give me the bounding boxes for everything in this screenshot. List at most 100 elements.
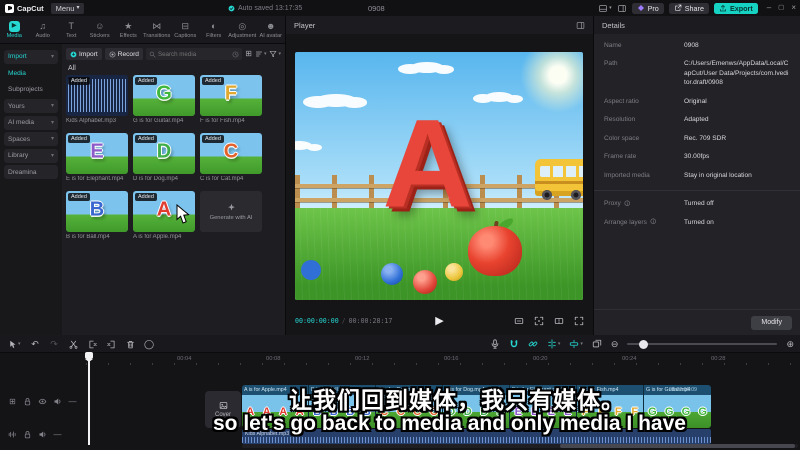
tab-captions[interactable]: ⊟ Captions — [171, 16, 200, 43]
render-preview-button[interactable] — [592, 339, 602, 349]
modify-button[interactable]: Modify — [751, 315, 792, 330]
snap-button[interactable] — [509, 339, 519, 349]
capcut-logo-icon — [5, 3, 14, 13]
lock-icon[interactable] — [23, 430, 32, 439]
sort-button[interactable]: ▾ — [255, 50, 266, 58]
timecode: 00:00:00:00 / 00:00:28:17 — [295, 317, 393, 325]
tab-ai-avatar[interactable]: ☻ AI avatar — [257, 16, 286, 43]
sidebar-item-import[interactable]: Import ▾ — [4, 49, 58, 64]
added-badge: Added — [68, 135, 90, 143]
playhead[interactable] — [85, 352, 92, 445]
delete-left-button[interactable] — [88, 340, 97, 349]
tab-audio[interactable]: ♫ Audio — [29, 16, 58, 43]
tab-adjustment[interactable]: ◎ Adjustment — [228, 16, 257, 43]
search-history-icon[interactable] — [232, 51, 239, 58]
mute-icon[interactable] — [53, 397, 62, 406]
sidebar-item-yours[interactable]: Yours ▾ — [4, 99, 58, 113]
tab-media[interactable]: ▶ Media — [0, 16, 29, 43]
share-button[interactable]: Share — [668, 2, 709, 14]
layout-toggle-icon[interactable]: ▾ — [598, 4, 612, 13]
preview-quality-icon[interactable] — [514, 316, 524, 326]
sidebar-item-media[interactable]: Media — [4, 66, 58, 80]
media-item[interactable]: C Added C is for Cat.mp4 — [200, 133, 262, 182]
scrollbar-thumb[interactable] — [560, 444, 795, 448]
import-button[interactable]: Import — [66, 48, 102, 60]
section-label[interactable]: All — [68, 65, 76, 72]
delete-button[interactable] — [126, 340, 135, 349]
preview-axis-button[interactable]: ▾ — [547, 339, 560, 349]
tab-transitions[interactable]: ⋈ Transitions — [143, 16, 172, 43]
details-row-aspect-ratio: Aspect ratio Original — [604, 97, 707, 105]
redo-button[interactable]: ↷ — [50, 339, 59, 349]
hide-icon[interactable] — [38, 397, 47, 406]
view-mode-button[interactable]: ⊞ — [245, 50, 252, 58]
sidebar-item-ai-media[interactable]: AI media ▾ — [4, 115, 58, 130]
timeline-scrollbar[interactable] — [242, 444, 798, 448]
zoom-out-icon[interactable]: ⊖ — [611, 339, 619, 349]
tab-stickers[interactable]: ☺ Stickers — [86, 16, 115, 43]
maximize-button[interactable]: ▢ — [778, 4, 784, 12]
export-button[interactable]: Export — [713, 2, 758, 14]
current-time: 00:00:00:00 — [295, 317, 339, 325]
mute-icon[interactable] — [38, 430, 47, 439]
total-duration: 00:00:28:17 — [348, 317, 393, 325]
collapse-icon[interactable]: — — [68, 397, 77, 406]
sidebar-item-library[interactable]: Library ▾ — [4, 148, 58, 163]
audio-wave-icon[interactable] — [8, 430, 17, 439]
details-footer: Modify — [594, 309, 800, 335]
fullscreen-icon[interactable] — [574, 316, 584, 326]
close-button[interactable]: × — [791, 4, 796, 12]
panel-layout-icon[interactable] — [617, 4, 627, 13]
main-track-button[interactable]: ▾ — [569, 339, 583, 349]
tab-text[interactable]: T Text — [57, 16, 86, 43]
select-button[interactable]: ▾ — [8, 340, 21, 349]
tab-effects[interactable]: ★ Effects — [114, 16, 143, 43]
fit-icon[interactable] — [534, 316, 544, 326]
delete-right-button[interactable] — [106, 340, 116, 349]
media-item[interactable]: G Added G is for Guitar.mp4 — [133, 75, 195, 124]
player-viewport[interactable]: A — [295, 52, 583, 300]
media-item[interactable]: F Added F is for Fish.mp4 — [200, 75, 262, 124]
media-item[interactable]: E Added E is for Elephant.mp4 — [66, 133, 128, 182]
sidebar-item-dreamina[interactable]: Dreamina — [4, 165, 58, 179]
split-button[interactable] — [69, 340, 78, 349]
generate-with-ai-card[interactable]: Generate with AI — [200, 191, 262, 232]
chevron-down-icon: ▾ — [18, 340, 21, 347]
tab-filters[interactable]: ◐ Filters — [200, 16, 229, 43]
project-title: 0908 — [368, 3, 385, 13]
player-options-icon[interactable] — [576, 21, 585, 30]
search-input[interactable] — [157, 50, 231, 58]
voiceover-button[interactable] — [490, 339, 500, 349]
link-button[interactable] — [528, 339, 538, 349]
pro-button[interactable]: Pro — [631, 2, 664, 14]
player-controls: 00:00:00:00 / 00:00:28:17 ▶ — [286, 311, 593, 331]
filter-button[interactable]: ▾ — [269, 50, 281, 58]
media-item[interactable]: B Added B is for Ball.mp4 — [66, 191, 128, 240]
track-grid-icon[interactable]: ⊞ — [8, 397, 17, 406]
subtitle-chinese: 让我们回到媒体，我只有媒体。 — [289, 387, 625, 413]
collapse-icon[interactable]: — — [53, 430, 62, 439]
ratio-icon[interactable] — [554, 316, 564, 326]
sidebar-item-spaces[interactable]: Spaces ▾ — [4, 132, 58, 146]
zoom-slider-handle[interactable] — [639, 339, 649, 349]
filter-caret-icon: ▾ — [278, 50, 281, 57]
zoom-in-icon[interactable]: ⊕ — [786, 339, 794, 349]
undo-button[interactable]: ↶ — [31, 339, 40, 349]
time-ruler[interactable]: 000:0400:0800:1200:1600:2000:2400:28 — [0, 353, 800, 366]
capcut-window: CapCut Menu ▾ Auto saved 13:17:35 0908 ▾… — [0, 0, 800, 450]
filters-icon: ◐ — [211, 20, 217, 31]
sidebar-item-subprojects[interactable]: Subprojects — [4, 83, 58, 97]
scene-cloud — [303, 94, 368, 108]
media-item[interactable]: Added Kids Alphabet.mp3 — [66, 75, 128, 124]
menu-button[interactable]: Menu ▾ — [50, 2, 85, 14]
lock-icon[interactable] — [23, 397, 32, 406]
timeline-zoom-slider[interactable] — [627, 335, 778, 353]
play-button[interactable]: ▶ — [435, 315, 443, 327]
record-button[interactable]: Record — [104, 48, 143, 60]
minimize-button[interactable]: – — [767, 4, 771, 12]
mask-button[interactable]: ◯ — [144, 339, 154, 349]
media-item[interactable]: D Added D is for Dog.mp4 — [133, 133, 195, 182]
scene-cloud — [295, 141, 323, 152]
snap-icon — [509, 339, 519, 349]
details-header: Details — [594, 16, 800, 34]
